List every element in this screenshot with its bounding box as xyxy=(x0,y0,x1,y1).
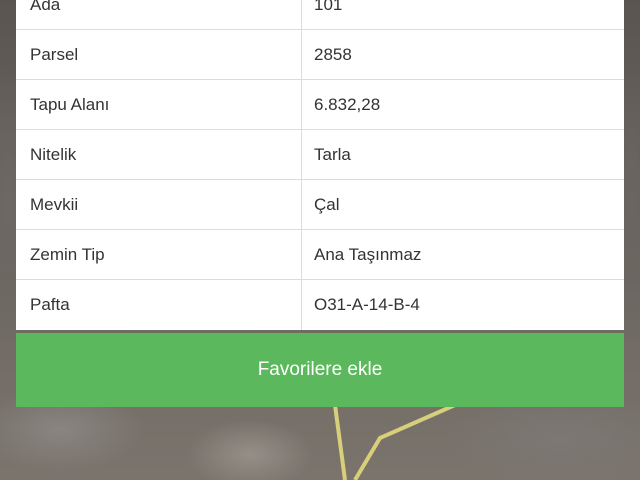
table-row: Parsel 2858 xyxy=(16,30,624,80)
row-label-mevkii: Mevkii xyxy=(16,180,302,229)
row-value-tapu-alani: 6.832,28 xyxy=(314,94,381,114)
parcel-info-card: Ada 101 Parsel 2858 Tapu Alanı 6.832,28 … xyxy=(16,0,624,330)
row-label-nitelik: Nitelik xyxy=(16,130,302,179)
parcel-edge-left xyxy=(333,404,347,480)
row-label-ada: Ada xyxy=(16,0,302,29)
table-row: Pafta O31-A-14-B-4 xyxy=(16,280,624,330)
row-value-pafta: O31-A-14-B-4 xyxy=(314,295,420,314)
row-value-ada: 101 xyxy=(314,0,343,14)
row-label-parsel: Parsel xyxy=(16,30,302,79)
row-value-mevkii: Çal xyxy=(314,194,340,214)
table-row: Tapu Alanı 6.832,28 xyxy=(16,80,624,130)
row-value-nitelik: Tarla xyxy=(314,144,351,164)
table-row: Zemin Tip Ana Taşınmaz xyxy=(16,230,624,280)
parcel-edge-right xyxy=(353,403,456,480)
row-value-zemin-tip: Ana Taşınmaz xyxy=(314,244,422,264)
table-row: Mevkii Çal xyxy=(16,180,624,230)
table-row: Nitelik Tarla xyxy=(16,130,624,180)
row-label-pafta: Pafta xyxy=(16,280,302,330)
row-label-tapu-alani: Tapu Alanı xyxy=(16,80,302,129)
table-row: Ada 101 xyxy=(16,0,624,30)
row-value-parsel: 2858 xyxy=(314,44,352,64)
add-to-favorites-button[interactable]: Favorilere ekle xyxy=(16,333,624,407)
row-label-zemin-tip: Zemin Tip xyxy=(16,230,302,279)
